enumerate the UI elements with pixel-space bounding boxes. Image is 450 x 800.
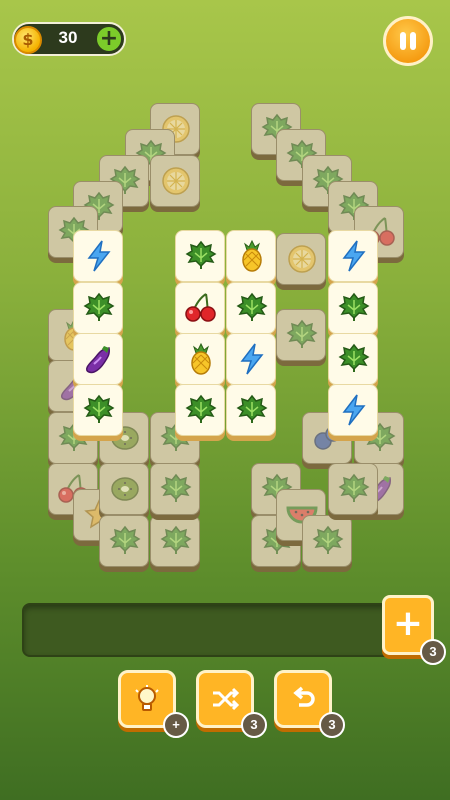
tile-eggplant[interactable] xyxy=(73,333,123,385)
tile-bolt[interactable] xyxy=(73,230,123,282)
shuffle-icon xyxy=(213,687,240,711)
tile-lemon xyxy=(150,155,200,207)
leaf-icon xyxy=(160,525,192,554)
tile-leaf[interactable] xyxy=(175,384,225,436)
bolt-icon xyxy=(87,240,111,272)
leaf-icon xyxy=(236,394,268,423)
leaf-icon xyxy=(338,292,370,321)
coin-icon: $ xyxy=(14,26,42,54)
lemon-icon xyxy=(288,245,316,273)
tile-bolt[interactable] xyxy=(328,384,378,436)
tile-leaf xyxy=(99,515,149,567)
kiwi-icon xyxy=(111,477,139,501)
leaf-icon xyxy=(109,525,141,554)
lightbulb-icon xyxy=(135,685,159,711)
pineapple-icon xyxy=(242,239,262,272)
tile-leaf[interactable] xyxy=(328,282,378,334)
tile-leaf[interactable] xyxy=(73,282,123,334)
eggplant-icon xyxy=(86,346,110,374)
pineapple-icon xyxy=(191,342,211,375)
tile-pineapple[interactable] xyxy=(226,230,276,282)
leaf-icon xyxy=(236,292,268,321)
tile-leaf[interactable] xyxy=(226,384,276,436)
leaf-icon xyxy=(338,473,370,502)
leaf-icon xyxy=(83,394,115,423)
tile-leaf xyxy=(302,515,352,567)
leaf-icon xyxy=(185,240,217,269)
tile-bolt[interactable] xyxy=(328,230,378,282)
coin-count: 30 xyxy=(58,28,78,47)
undo-count-badge: 3 xyxy=(319,712,345,738)
bolt-icon xyxy=(240,343,264,375)
tile-leaf[interactable] xyxy=(175,230,225,282)
tile-leaf[interactable] xyxy=(226,282,276,334)
tile-leaf xyxy=(276,309,326,361)
tile-bolt[interactable] xyxy=(226,333,276,385)
tile-pineapple[interactable] xyxy=(175,333,225,385)
add-coins-button[interactable]: + xyxy=(95,25,123,53)
tile-lemon xyxy=(276,233,326,285)
pause-button[interactable] xyxy=(383,16,433,66)
bolt-icon xyxy=(342,240,366,272)
lemon-icon xyxy=(162,167,190,195)
hint-badge: + xyxy=(163,712,189,738)
leaf-icon xyxy=(312,525,344,554)
leaf-icon xyxy=(338,343,370,372)
tile-leaf xyxy=(328,463,378,515)
tile-leaf[interactable] xyxy=(73,384,123,436)
leaf-icon xyxy=(185,394,217,423)
leaf-icon xyxy=(160,473,192,502)
leaf-icon xyxy=(286,319,318,348)
bolt-icon xyxy=(342,394,366,426)
undo-icon xyxy=(293,686,315,707)
leaf-icon xyxy=(83,292,115,321)
tile-kiwi xyxy=(99,463,149,515)
add-slot-count-badge: 3 xyxy=(420,639,446,665)
tile-leaf[interactable] xyxy=(328,333,378,385)
shuffle-count-badge: 3 xyxy=(241,712,267,738)
tile-cherry[interactable] xyxy=(175,282,225,334)
tile-tray xyxy=(22,603,392,657)
tile-leaf xyxy=(150,515,200,567)
tile-leaf xyxy=(150,463,200,515)
cherry-icon xyxy=(185,293,216,322)
